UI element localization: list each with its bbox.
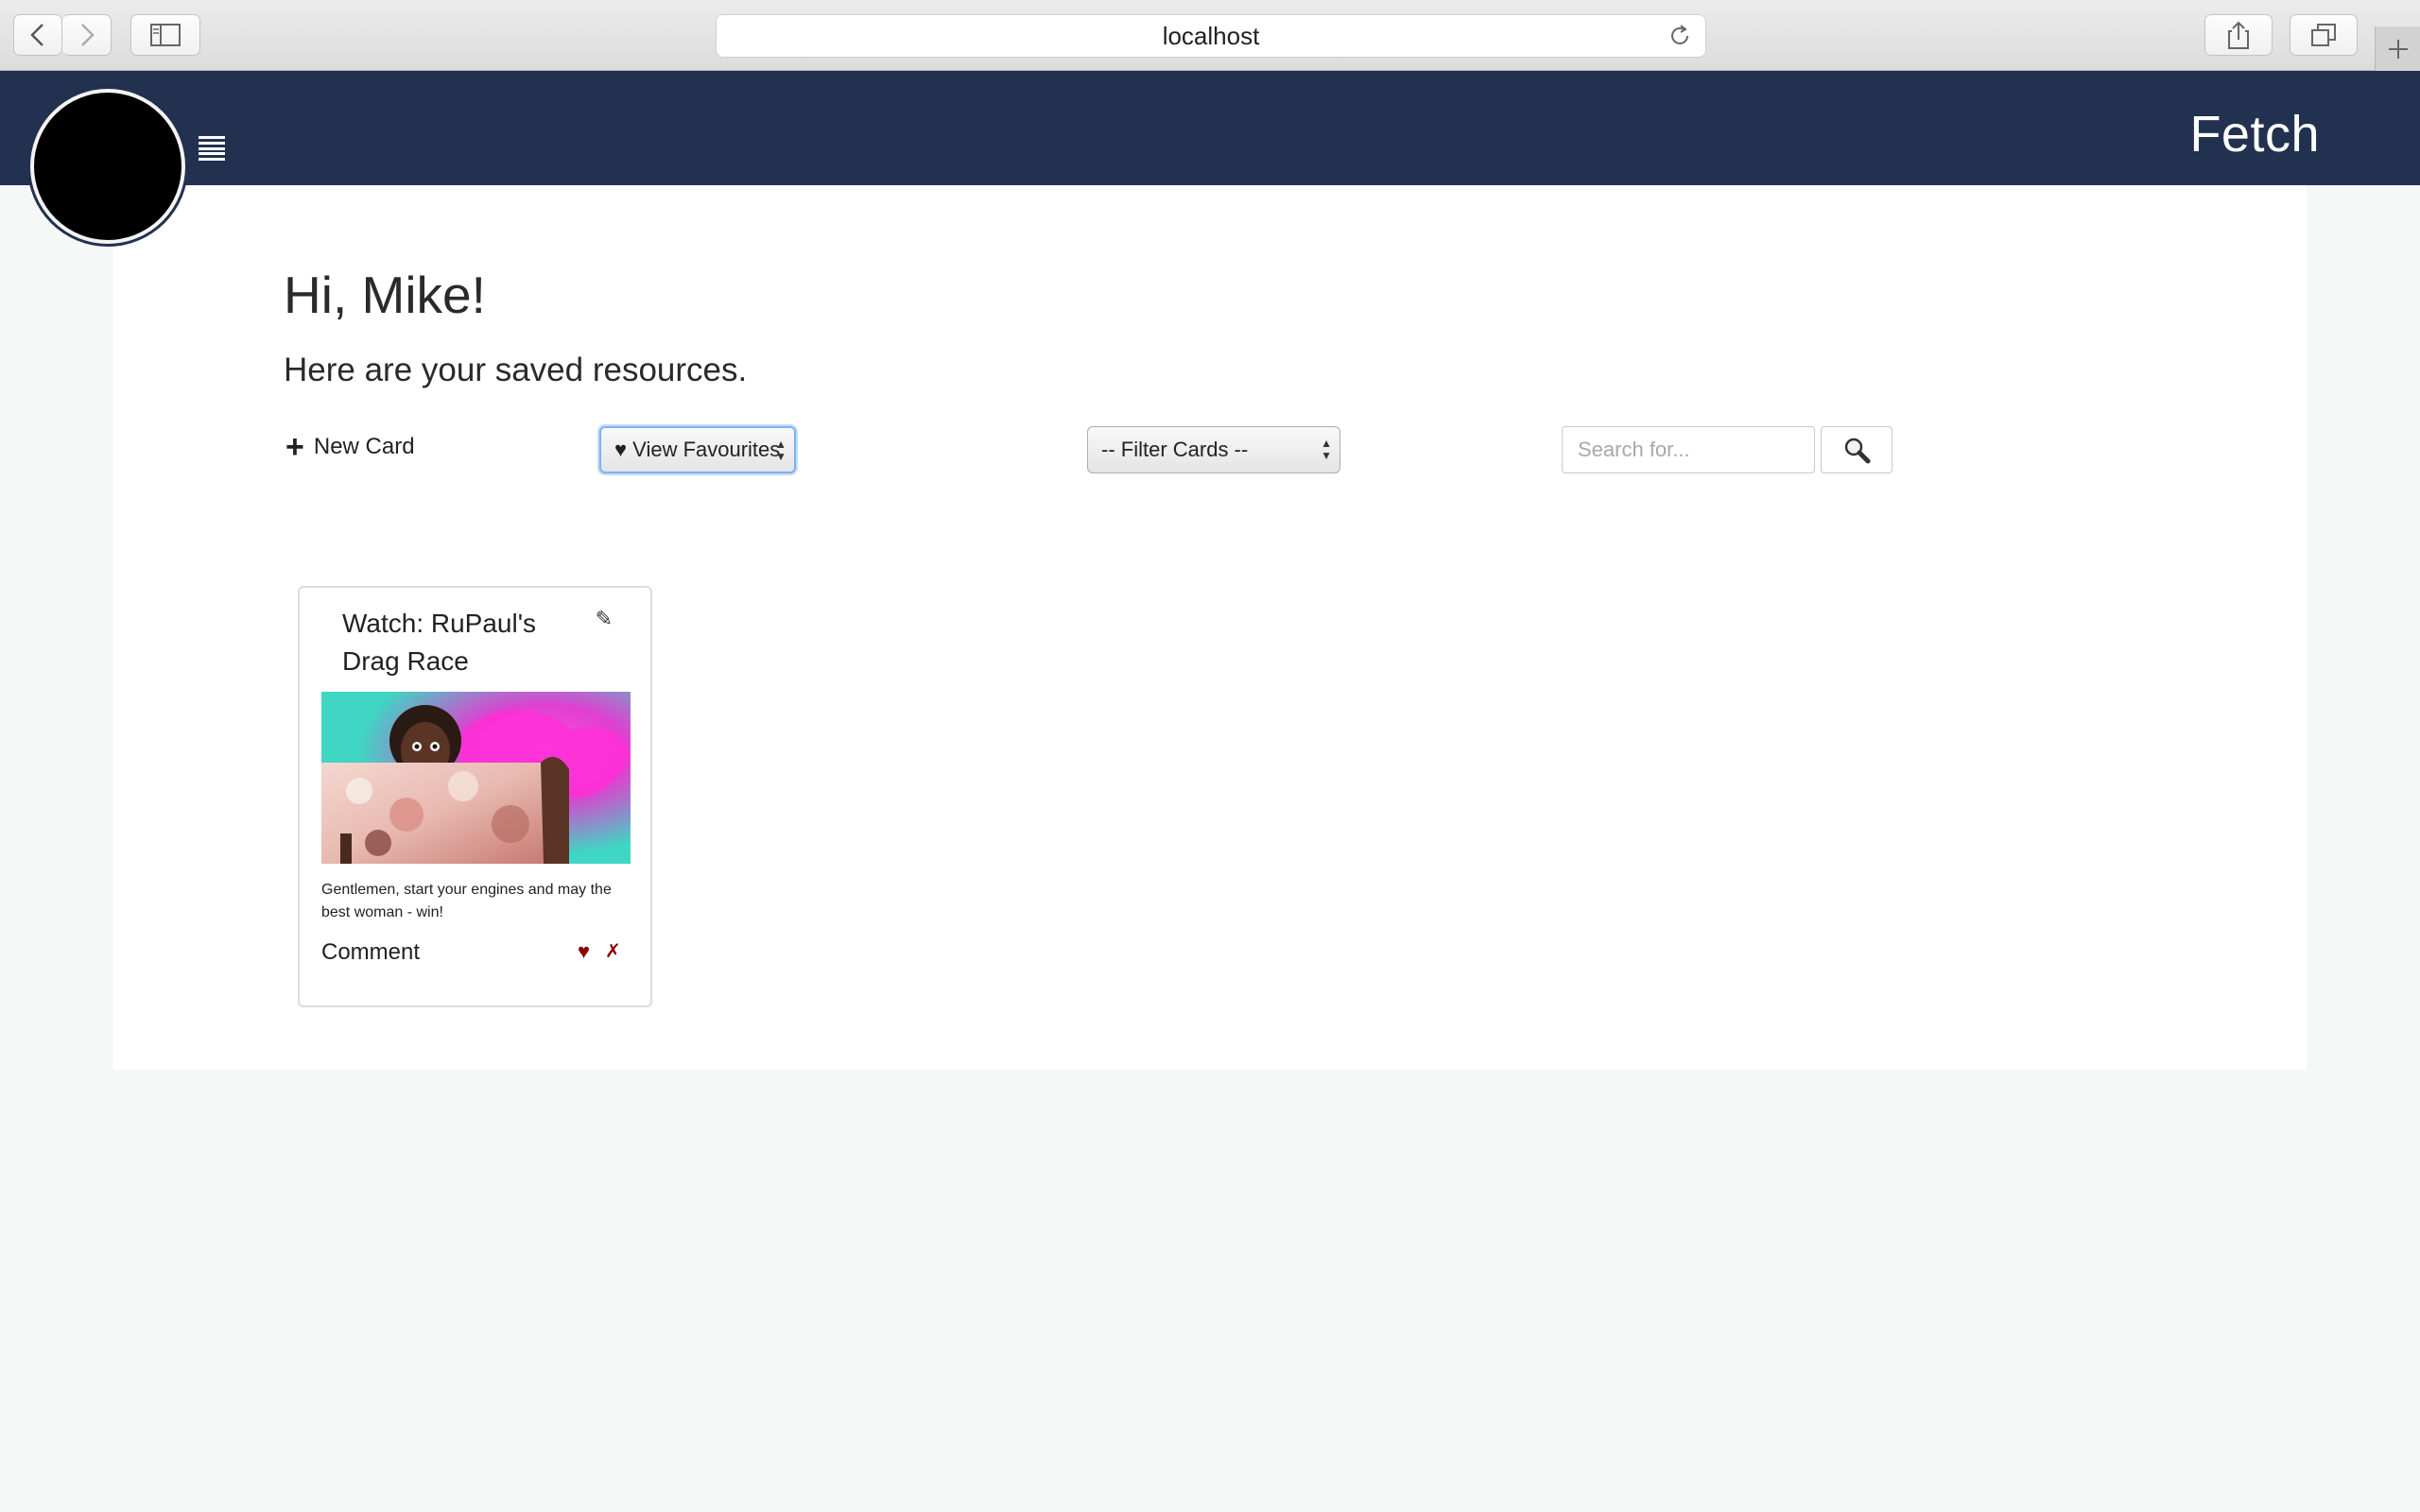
back-button[interactable] bbox=[13, 14, 62, 56]
card-description: Gentlemen, start your engines and may th… bbox=[321, 882, 612, 920]
magnifier-icon bbox=[1844, 438, 1871, 464]
plus-icon: + bbox=[285, 429, 304, 465]
search-input[interactable] bbox=[1562, 426, 1815, 473]
select-arrows-icon: ▲ ▼ bbox=[1321, 437, 1332, 462]
page-subtitle: Here are your saved resources. bbox=[284, 352, 748, 388]
share-button[interactable] bbox=[2204, 14, 2273, 56]
url-text: localhost bbox=[1162, 21, 1260, 50]
forward-button[interactable] bbox=[62, 14, 112, 56]
avatar[interactable] bbox=[30, 89, 185, 244]
hamburger-icon[interactable] bbox=[199, 136, 225, 161]
new-card-button[interactable]: + New Card bbox=[285, 431, 415, 463]
view-favourites-select[interactable]: ♥ View Favourites ▲ ▼ bbox=[599, 426, 796, 473]
tabs-icon bbox=[2311, 24, 2336, 46]
filter-cards-select[interactable]: -- Filter Cards -- ▲ ▼ bbox=[1087, 426, 1340, 473]
card-thumbnail bbox=[321, 692, 631, 864]
search-button[interactable] bbox=[1821, 426, 1893, 473]
edit-icon[interactable]: ✎ bbox=[596, 607, 613, 631]
page-title: Hi, Mike! bbox=[284, 266, 486, 324]
address-bar[interactable]: localhost bbox=[716, 14, 1706, 58]
sidebar-icon bbox=[150, 24, 181, 46]
delete-x-icon[interactable]: ✗ bbox=[605, 939, 621, 963]
view-favourites-value: ♥ View Favourites bbox=[614, 438, 781, 461]
app-header: Fetch bbox=[0, 71, 2420, 185]
card-title: Watch: RuPaul's Drag Race bbox=[342, 609, 537, 676]
share-icon bbox=[2228, 21, 2249, 49]
sidebar-button[interactable] bbox=[130, 14, 200, 56]
new-tab-button[interactable] bbox=[2375, 26, 2420, 71]
chevron-right-icon bbox=[80, 24, 95, 46]
plus-icon bbox=[2388, 39, 2408, 59]
favourite-heart-icon[interactable]: ♥ bbox=[578, 939, 590, 964]
comment-button[interactable]: Comment bbox=[321, 939, 420, 966]
new-card-label: New Card bbox=[313, 434, 415, 459]
tabs-button[interactable] bbox=[2290, 14, 2358, 56]
brand-title[interactable]: Fetch bbox=[2189, 105, 2320, 163]
reload-icon[interactable] bbox=[1668, 24, 1692, 55]
filter-cards-value: -- Filter Cards -- bbox=[1101, 438, 1249, 461]
resource-card[interactable]: Watch: RuPaul's Drag Race ✎ Gentlemen, s… bbox=[298, 586, 652, 1007]
browser-toolbar: localhost bbox=[0, 0, 2420, 71]
chevron-left-icon bbox=[30, 24, 43, 46]
select-arrows-icon: ▲ ▼ bbox=[775, 438, 786, 463]
